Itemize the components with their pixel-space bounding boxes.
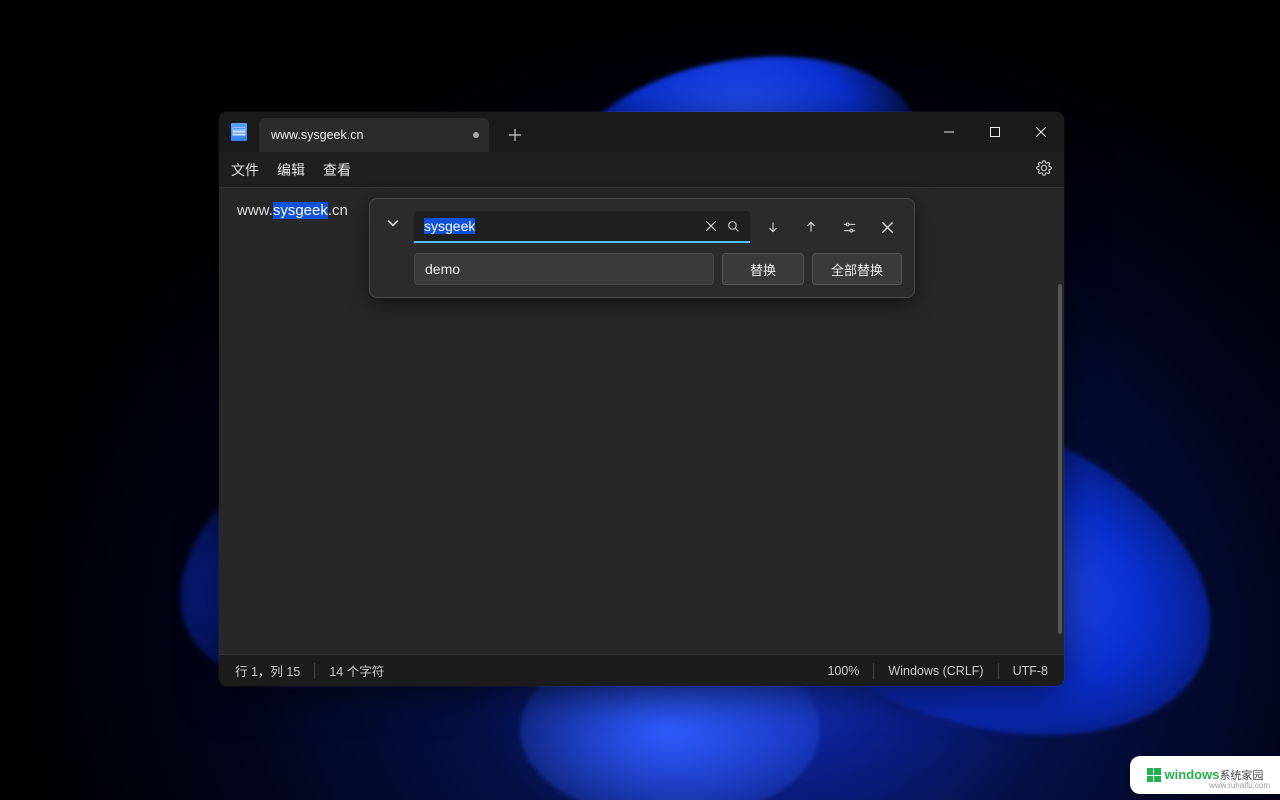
- maximize-icon: [990, 127, 1000, 137]
- find-input[interactable]: sysgeek: [414, 211, 750, 243]
- status-encoding[interactable]: UTF-8: [1013, 664, 1048, 678]
- arrow-up-icon: [804, 220, 818, 234]
- divider: [873, 663, 874, 679]
- replace-input-value: demo: [425, 261, 460, 277]
- replace-all-button[interactable]: 全部替换: [812, 253, 902, 285]
- find-options-button[interactable]: [834, 212, 864, 242]
- window-controls: [926, 112, 1064, 152]
- find-previous-button[interactable]: [796, 212, 826, 242]
- status-position: 行 1，列 15: [235, 661, 300, 680]
- close-icon: [882, 222, 893, 233]
- statusbar: 行 1，列 15 14 个字符 100% Windows (CRLF) UTF-…: [219, 654, 1064, 686]
- minimize-icon: [944, 127, 954, 137]
- watermark-brand: windows: [1165, 767, 1220, 782]
- find-next-button[interactable]: [758, 212, 788, 242]
- chevron-down-icon: [387, 217, 399, 229]
- text-prefix: www.: [237, 202, 273, 219]
- document-text: www.sysgeek.cn: [237, 202, 348, 219]
- close-icon: [1036, 127, 1046, 137]
- search-icon: [727, 220, 740, 233]
- titlebar: www.sysgeek.cn: [219, 112, 1064, 152]
- windows-logo-icon: [1147, 768, 1161, 782]
- plus-icon: [509, 129, 521, 141]
- menu-edit[interactable]: 编辑: [277, 160, 305, 180]
- watermark-url: www.ruhaifu.com: [1209, 781, 1270, 790]
- unsaved-indicator-icon: [473, 132, 479, 138]
- editor-area[interactable]: www.sysgeek.cn sysgeek: [219, 188, 1064, 654]
- tab-active[interactable]: www.sysgeek.cn: [259, 118, 489, 152]
- watermark-badge: windows系统家园 www.ruhaifu.com: [1130, 756, 1280, 794]
- menu-file[interactable]: 文件: [231, 160, 259, 180]
- close-find-button[interactable]: [872, 212, 902, 242]
- menubar: 文件 编辑 查看: [219, 152, 1064, 188]
- maximize-button[interactable]: [972, 112, 1018, 152]
- replace-all-button-label: 全部替换: [831, 260, 883, 279]
- collapse-panel-button[interactable]: [382, 211, 404, 285]
- gear-icon: [1036, 160, 1052, 176]
- divider: [314, 663, 315, 679]
- find-replace-panel: sysgeek: [369, 198, 915, 298]
- settings-button[interactable]: [1036, 160, 1052, 179]
- tab-strip: www.sysgeek.cn: [259, 112, 531, 152]
- search-button[interactable]: [722, 215, 744, 237]
- notepad-icon: [231, 123, 247, 141]
- replace-button-label: 替换: [750, 260, 776, 279]
- notepad-window: www.sysgeek.cn 文件 编辑 查看: [219, 112, 1064, 686]
- sliders-icon: [842, 220, 857, 235]
- new-tab-button[interactable]: [499, 129, 531, 141]
- close-window-button[interactable]: [1018, 112, 1064, 152]
- minimize-button[interactable]: [926, 112, 972, 152]
- menu-view[interactable]: 查看: [323, 160, 351, 180]
- app-icon-wrap: [219, 112, 259, 152]
- replace-button[interactable]: 替换: [722, 253, 804, 285]
- arrow-down-icon: [766, 220, 780, 234]
- x-icon: [706, 221, 716, 231]
- status-line-ending[interactable]: Windows (CRLF): [888, 664, 983, 678]
- find-input-value: sysgeek: [424, 218, 700, 234]
- vertical-scrollbar[interactable]: [1058, 284, 1062, 634]
- text-match-highlight: sysgeek: [273, 202, 328, 219]
- divider: [998, 663, 999, 679]
- clear-find-button[interactable]: [700, 215, 722, 237]
- status-zoom[interactable]: 100%: [827, 664, 859, 678]
- replace-input[interactable]: demo: [414, 253, 714, 285]
- text-suffix: .cn: [328, 202, 348, 219]
- tab-title: www.sysgeek.cn: [271, 128, 465, 142]
- status-char-count: 14 个字符: [329, 661, 384, 680]
